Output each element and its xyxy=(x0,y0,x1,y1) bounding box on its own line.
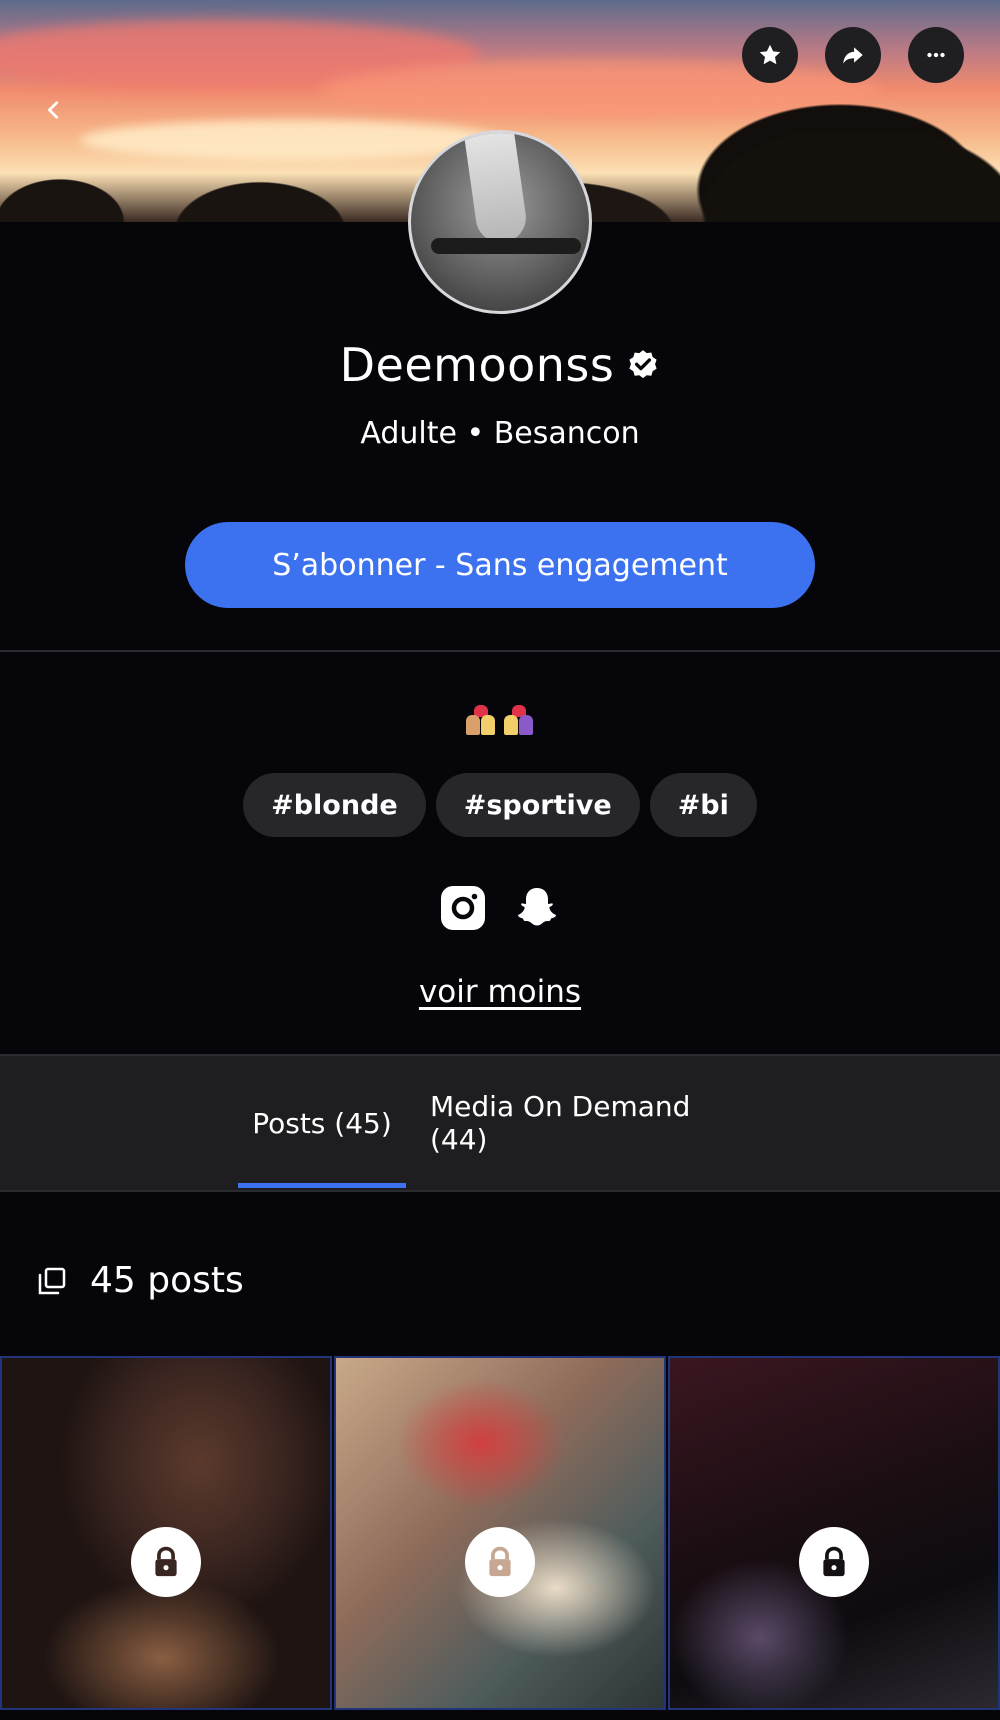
posts-grid xyxy=(0,1356,1000,1710)
lock-icon xyxy=(823,1546,845,1577)
content-tabs: Posts (45) Media On Demand (44) xyxy=(0,1054,1000,1192)
post-tile[interactable] xyxy=(668,1356,1000,1710)
lock-icon xyxy=(489,1546,511,1577)
back-button[interactable] xyxy=(36,92,72,128)
share-icon xyxy=(843,47,863,64)
lock-badge xyxy=(799,1527,869,1597)
tag-blonde[interactable]: #blonde xyxy=(243,773,426,837)
tab-media-on-demand[interactable]: Media On Demand (44) xyxy=(430,1056,750,1190)
share-button[interactable] xyxy=(825,27,881,83)
verified-badge-icon xyxy=(626,348,660,382)
snapchat-icon xyxy=(518,888,556,926)
posts-header: 45 posts xyxy=(36,1260,244,1301)
chevron-left-icon xyxy=(48,101,59,119)
tab-posts[interactable]: Posts (45) xyxy=(238,1056,406,1190)
bio-emoji xyxy=(0,705,1000,735)
lock-badge xyxy=(131,1527,201,1597)
tag-sportive[interactable]: #sportive xyxy=(435,773,640,837)
gallery-icon xyxy=(38,1267,66,1294)
posts-count: 45 posts xyxy=(90,1260,244,1301)
subscribe-button[interactable]: S’abonner - Sans engagement xyxy=(185,522,815,608)
profile-subtitle: Adulte • Besancon xyxy=(360,416,640,451)
profile-name-row: Deemoonss xyxy=(0,338,1000,392)
post-tile[interactable] xyxy=(334,1356,666,1710)
active-tab-indicator xyxy=(238,1183,406,1188)
avatar[interactable] xyxy=(408,130,592,314)
instagram-icon xyxy=(441,886,485,930)
social-links xyxy=(0,884,1000,932)
tag-list: #blonde #sportive #bi xyxy=(0,773,1000,837)
instagram-link[interactable] xyxy=(439,884,487,932)
lock-icon xyxy=(155,1546,177,1577)
couple-emoji-icon xyxy=(464,705,498,735)
more-icon xyxy=(927,52,945,58)
post-tile[interactable] xyxy=(0,1356,332,1710)
toggle-bio-link[interactable]: voir moins xyxy=(0,974,1000,1010)
favorite-button[interactable] xyxy=(742,27,798,83)
more-button[interactable] xyxy=(908,27,964,83)
profile-name: Deemoonss xyxy=(339,338,615,392)
star-icon xyxy=(759,44,781,65)
divider xyxy=(0,650,1000,652)
snapchat-link[interactable] xyxy=(513,884,561,932)
lock-badge xyxy=(465,1527,535,1597)
couple-emoji-icon xyxy=(502,705,536,735)
tag-bi[interactable]: #bi xyxy=(649,773,757,837)
